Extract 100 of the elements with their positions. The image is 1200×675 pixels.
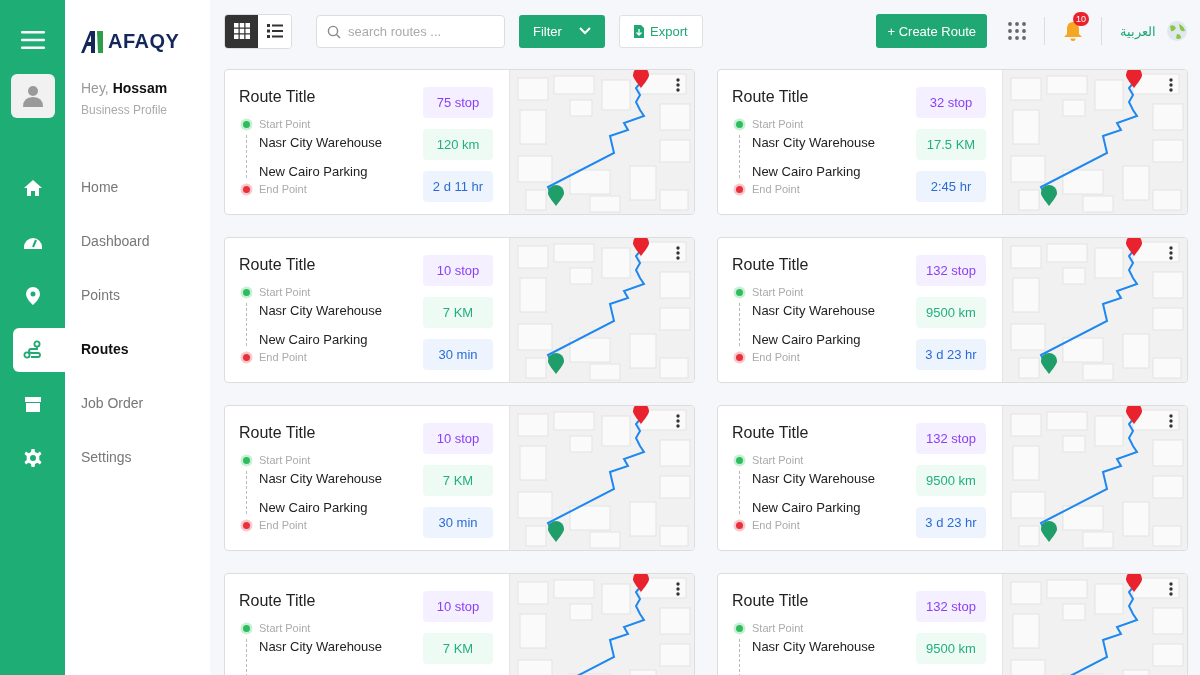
start-location: Nasr City Warehouse (752, 470, 877, 486)
start-label: Start Point (259, 622, 312, 634)
route-card[interactable]: Route Title Start Point Nasr City Warehouse New Cairo Parking End Point 10 stop 7 KM 30 min (224, 237, 695, 383)
end-location: New Cairo Parking (752, 163, 862, 179)
end-label: End Point (259, 183, 308, 195)
sidebar-item[interactable]: Points (81, 287, 120, 303)
distance: 7 KM (423, 465, 493, 496)
start-dot-icon (242, 456, 250, 464)
grid-view-button[interactable] (225, 14, 258, 48)
file-download-icon (634, 24, 644, 38)
sidebar-item[interactable]: Job Order (81, 395, 144, 411)
route-title: Route Title (732, 256, 810, 274)
more-options-icon[interactable] (676, 414, 680, 428)
duration: 2 d 11 hr (423, 171, 493, 202)
stops-count: 132 stop (916, 591, 986, 622)
distance: 7 KM (423, 633, 493, 664)
start-location: Nasr City Warehouse (752, 302, 877, 318)
start-label: Start Point (259, 286, 312, 298)
end-dot-icon (735, 185, 743, 193)
start-location: Nasr City Warehouse (259, 638, 384, 654)
apps-icon[interactable] (1008, 22, 1026, 40)
search-icon (327, 24, 341, 39)
distance: 17.5 KM (916, 129, 986, 160)
logo-icon (81, 30, 105, 53)
start-label: Start Point (259, 454, 312, 466)
route-title: Route Title (732, 88, 810, 106)
start-dot-icon (735, 624, 743, 632)
route-card[interactable]: Route Title Start Point Nasr City Warehouse New Cairo Parking End Point 75 stop 120 km 2 d 11 hr (224, 69, 695, 215)
distance: 9500 km (916, 465, 986, 496)
start-label: Start Point (752, 622, 805, 634)
route-title: Route Title (732, 592, 810, 610)
stops-count: 132 stop (916, 423, 986, 454)
duration: 30 min (423, 507, 493, 538)
more-options-icon[interactable] (1169, 246, 1173, 260)
bell-icon[interactable] (1063, 20, 1083, 42)
route-card[interactable]: Route Title Start Point Nasr City Warehouse 132 stop 9500 km (717, 573, 1188, 675)
start-location: Nasr City Warehouse (259, 134, 384, 150)
chevron-down-icon (579, 27, 591, 35)
distance: 7 KM (423, 297, 493, 328)
list-icon (266, 24, 283, 38)
duration: 2:45 hr (916, 171, 986, 202)
sidebar-item[interactable]: Dashboard (81, 233, 150, 249)
start-label: Start Point (259, 118, 312, 130)
distance: 120 km (423, 129, 493, 160)
sidebar-item[interactable]: Routes (81, 341, 129, 357)
more-options-icon[interactable] (1169, 78, 1173, 92)
start-dot-icon (735, 120, 743, 128)
end-label: End Point (259, 519, 308, 531)
more-options-icon[interactable] (676, 582, 680, 596)
more-options-icon[interactable] (676, 78, 680, 92)
stops-count: 10 stop (423, 423, 493, 454)
end-dot-icon (242, 353, 250, 361)
profile-subtitle: Business Profile (81, 103, 169, 117)
start-label: Start Point (752, 118, 805, 130)
greeting: Hey, Hossam (81, 80, 169, 96)
end-label: End Point (752, 183, 801, 195)
route-icon[interactable] (13, 328, 65, 372)
start-location: Nasr City Warehouse (752, 134, 877, 150)
stops-count: 32 stop (916, 87, 986, 118)
start-dot-icon (242, 288, 250, 296)
route-card[interactable]: Route Title Start Point Nasr City Warehouse New Cairo Parking End Point 32 stop 17.5 KM 2:45 hr (717, 69, 1188, 215)
start-dot-icon (242, 120, 250, 128)
end-location: New Cairo Parking (752, 499, 862, 515)
route-card[interactable]: Route Title Start Point Nasr City Warehouse 10 stop 7 KM (224, 573, 695, 675)
start-label: Start Point (752, 286, 805, 298)
end-location: New Cairo Parking (752, 331, 862, 347)
start-dot-icon (735, 456, 743, 464)
distance: 9500 km (916, 633, 986, 664)
end-dot-icon (735, 353, 743, 361)
route-title: Route Title (239, 256, 317, 274)
stops-count: 10 stop (423, 591, 493, 622)
start-dot-icon (735, 288, 743, 296)
route-title: Route Title (239, 592, 317, 610)
distance: 9500 km (916, 297, 986, 328)
end-location: New Cairo Parking (259, 331, 369, 347)
duration: 30 min (423, 339, 493, 370)
route-title: Route Title (239, 88, 317, 106)
sidebar-item[interactable]: Home (81, 179, 119, 195)
route-card[interactable]: Route Title Start Point Nasr City Warehouse New Cairo Parking End Point 132 stop 9500 km 3 d 23 hr (717, 237, 1188, 383)
menu-icon[interactable] (20, 30, 45, 50)
start-location: Nasr City Warehouse (259, 470, 384, 486)
avatar[interactable] (10, 74, 55, 118)
duration: 3 d 23 hr (916, 507, 986, 538)
stops-count: 10 stop (423, 255, 493, 286)
end-label: End Point (752, 519, 801, 531)
grid-icon (233, 23, 250, 39)
end-label: End Point (752, 351, 801, 363)
more-options-icon[interactable] (1169, 414, 1173, 428)
search-field[interactable]: search routes ... (316, 14, 505, 48)
end-label: End Point (259, 351, 308, 363)
route-card[interactable]: Route Title Start Point Nasr City Warehouse New Cairo Parking End Point 10 stop 7 KM 30 min (224, 405, 695, 551)
sidebar-item[interactable]: Settings (81, 449, 132, 465)
end-location: New Cairo Parking (259, 499, 369, 515)
start-location: Nasr City Warehouse (259, 302, 384, 318)
more-options-icon[interactable] (1169, 582, 1173, 596)
more-options-icon[interactable] (676, 246, 680, 260)
route-title: Route Title (239, 424, 317, 442)
end-dot-icon (735, 521, 743, 529)
route-card[interactable]: Route Title Start Point Nasr City Warehouse New Cairo Parking End Point 132 stop 9500 km 3 d 23 hr (717, 405, 1188, 551)
start-dot-icon (242, 624, 250, 632)
